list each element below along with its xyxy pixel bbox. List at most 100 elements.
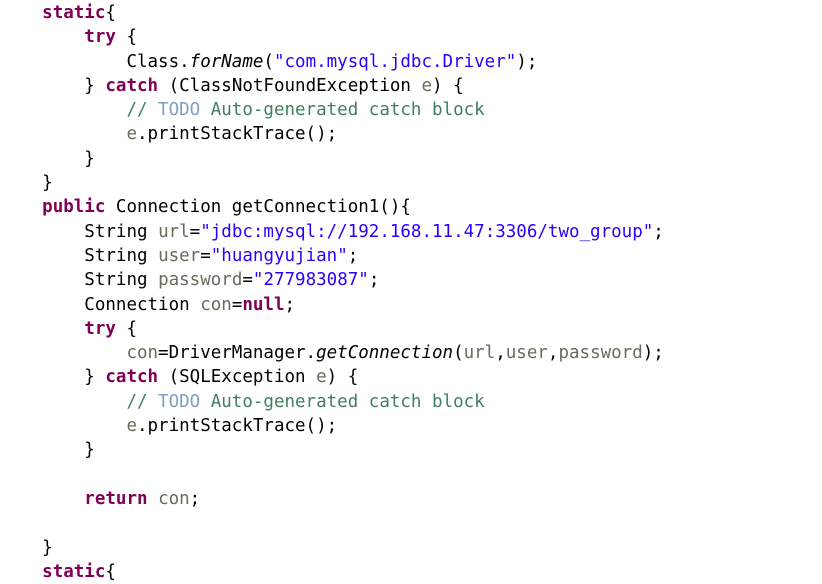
code-token-kw: static: [42, 3, 106, 23]
code-token-kw: catch: [105, 367, 159, 388]
code-token-plain: {: [115, 27, 137, 48]
code-line: String user="huangyujian";: [0, 244, 822, 268]
code-token-kw: public: [42, 197, 106, 218]
code-token-fld: e: [421, 75, 433, 96]
code-line: }: [0, 171, 822, 195]
code-editor[interactable]: static{ try { Class.forName("com.mysql.j…: [0, 0, 822, 582]
code-token-cmt: //: [126, 100, 159, 121]
code-line: con=DriverManager.getConnection(url,user…: [0, 341, 822, 365]
code-token-plain: =: [200, 245, 211, 266]
code-token-str: "com.mysql.jdbc.Driver": [273, 51, 517, 72]
code-token-plain: (: [453, 343, 464, 364]
code-token-plain: );: [516, 51, 538, 72]
code-line: }: [0, 438, 822, 462]
code-token-plain: =: [231, 294, 243, 315]
code-token-plain: =: [189, 221, 201, 242]
code-token-str: "huangyujian": [210, 245, 348, 266]
code-line: // TODO Auto-generated catch block: [0, 98, 822, 122]
code-line: return con;: [0, 487, 822, 511]
code-token-kw: try: [84, 318, 116, 339]
code-token-kw: null: [242, 294, 285, 315]
code-line: String url="jdbc:mysql://192.168.11.47:3…: [0, 220, 822, 244]
code-token-plain: ;: [284, 294, 296, 315]
code-token-fld: con: [200, 294, 232, 315]
code-token-fld: e: [126, 124, 137, 145]
code-token-plain: Connection: [84, 294, 201, 315]
code-token-cmt: //: [126, 391, 159, 412]
code-token-plain: String: [84, 245, 159, 266]
code-token-fld: e: [126, 416, 137, 437]
code-token-plain: );: [642, 343, 664, 364]
code-token-plain: .printStackTrace();: [136, 124, 338, 145]
code-token-plain: ;: [347, 245, 359, 266]
code-text-area[interactable]: static{ try { Class.forName("com.mysql.j…: [0, 0, 822, 584]
code-token-plain: ;: [653, 221, 664, 242]
code-token-str: "277983087": [252, 270, 369, 291]
code-token-plain: Connection getConnection1(){: [105, 197, 411, 218]
code-token-plain: ,: [547, 343, 559, 364]
code-token-stm: forName: [189, 51, 264, 72]
code-token-plain: Class.: [126, 51, 190, 72]
code-line: }: [0, 536, 822, 560]
code-token-plain: }: [84, 148, 95, 169]
code-line: // TODO Auto-generated catch block: [0, 390, 822, 414]
code-line: static{: [0, 1, 822, 25]
code-token-plain: {: [105, 561, 116, 582]
code-token-stm: getConnection: [316, 343, 454, 364]
code-token-plain: (ClassNotFoundException: [158, 75, 422, 96]
code-token-str: "jdbc:mysql://192.168.11.47:3306/two_gro…: [200, 221, 654, 242]
code-line: Connection con=null;: [0, 293, 822, 317]
code-token-plain: =DriverManager.: [158, 343, 317, 364]
code-token-todo: TODO: [158, 100, 201, 121]
code-token-fld: con: [158, 488, 190, 509]
code-line: try {: [0, 25, 822, 49]
code-token-fld: con: [126, 343, 159, 364]
code-token-cmt: Auto-generated catch block: [200, 391, 485, 412]
code-token-plain: }: [42, 173, 53, 194]
code-line: public Connection getConnection1(){: [0, 195, 822, 219]
code-line: static{: [0, 560, 822, 584]
code-token-kw: try: [84, 27, 116, 48]
code-token-kw: catch: [105, 75, 159, 96]
code-token-cmt: Auto-generated catch block: [200, 100, 485, 121]
code-token-plain: =: [242, 270, 253, 291]
code-line: String password="277983087";: [0, 268, 822, 292]
code-line: } catch (ClassNotFoundException e) {: [0, 74, 822, 98]
code-token-fld: url: [463, 343, 496, 364]
code-line: e.printStackTrace();: [0, 122, 822, 146]
code-line: }: [0, 147, 822, 171]
code-token-plain: ;: [189, 488, 201, 509]
code-line: e.printStackTrace();: [0, 414, 822, 438]
code-token-plain: (SQLException: [158, 367, 317, 388]
code-token-fld: url: [158, 221, 190, 242]
code-line: Class.forName("com.mysql.jdbc.Driver");: [0, 50, 822, 74]
code-token-plain: }: [84, 75, 106, 96]
code-token-plain: }: [84, 367, 106, 388]
code-token-plain: ) {: [326, 367, 359, 388]
code-token-fld: password: [158, 270, 243, 291]
code-token-fld: e: [316, 367, 327, 388]
